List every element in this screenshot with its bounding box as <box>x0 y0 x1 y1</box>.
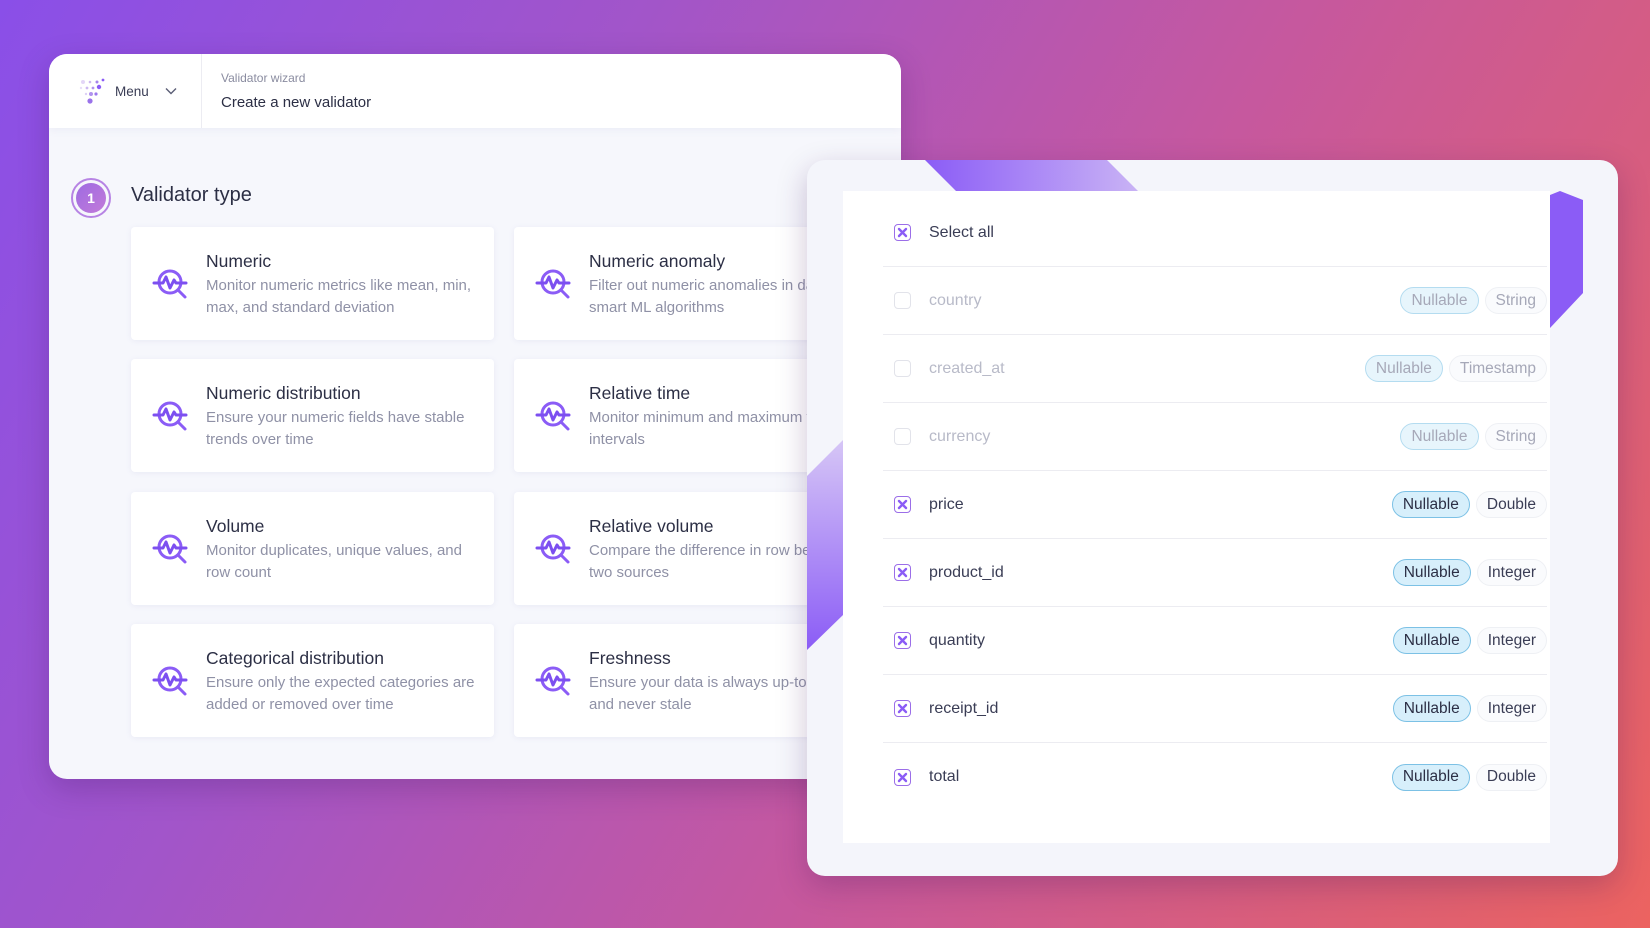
column-name: currency <box>929 427 991 445</box>
type-badge: Timestamp <box>1448 355 1547 382</box>
logo-icon <box>79 78 105 104</box>
nullable-badge: Nullable <box>1392 627 1471 654</box>
column-checkbox[interactable] <box>894 564 911 581</box>
column-row[interactable]: quantity Nullable Integer <box>883 607 1547 675</box>
validator-type-title: Categorical distribution <box>206 648 385 668</box>
type-badge: Double <box>1475 491 1547 518</box>
monitor-search-icon <box>535 534 571 564</box>
breadcrumb: Validator wizard <box>221 71 306 85</box>
column-row[interactable]: price Nullable Double <box>883 471 1547 539</box>
column-checkbox[interactable] <box>894 360 911 377</box>
column-row[interactable]: currency Nullable String <box>883 403 1547 471</box>
column-row[interactable]: product_id Nullable Integer <box>883 539 1547 607</box>
validator-type-title: Relative time <box>589 383 691 403</box>
x-check-icon <box>897 567 908 578</box>
wizard-header: Menu Validator wizard Create a new valid… <box>49 54 901 128</box>
monitor-search-icon <box>535 666 571 696</box>
validator-wizard-window: Menu Validator wizard Create a new valid… <box>49 54 901 779</box>
type-badge: Integer <box>1476 695 1547 722</box>
section-title: Validator type <box>131 184 252 206</box>
monitor-search-icon <box>535 269 571 299</box>
column-list: Select all country Nullable String created_… <box>843 191 1550 843</box>
column-name: price <box>929 495 964 513</box>
x-check-icon <box>897 227 908 238</box>
monitor-search-icon <box>152 269 188 299</box>
column-row[interactable]: country Nullable String <box>883 267 1547 335</box>
validator-type-title: Numeric distribution <box>206 383 361 403</box>
validator-type-title: Numeric <box>206 251 272 271</box>
validator-type-description: Monitor numeric metrics like mean, min, … <box>206 277 472 316</box>
column-checkbox[interactable] <box>894 496 911 513</box>
nullable-badge: Nullable <box>1391 763 1470 791</box>
validator-type-title: Freshness <box>589 648 671 668</box>
monitor-search-icon <box>152 666 188 696</box>
nullable-badge: Nullable <box>1364 355 1443 382</box>
column-name: quantity <box>929 631 986 649</box>
monitor-search-icon <box>152 534 188 564</box>
nullable-badge: Nullable <box>1392 559 1471 586</box>
validator-type-card[interactable]: Numeric Monitor numeric metrics like mean… <box>131 227 494 340</box>
column-checkbox[interactable] <box>894 768 911 786</box>
nullable-badge: Nullable <box>1391 491 1470 518</box>
type-badge: Double <box>1475 763 1547 791</box>
column-row[interactable]: created_at Nullable Timestamp <box>883 335 1547 403</box>
type-badge: Integer <box>1476 627 1547 654</box>
decorative-stripe-left <box>807 440 843 650</box>
decorative-stripe-top <box>925 160 1138 191</box>
column-row[interactable]: total Nullable Double <box>883 743 1547 811</box>
validator-type-description: Monitor duplicates, unique values, and r… <box>206 542 462 581</box>
type-badge: Integer <box>1476 559 1547 586</box>
validator-type-title: Volume <box>206 516 265 536</box>
step-indicator: 1 <box>71 178 111 218</box>
validator-type-title: Numeric anomaly <box>589 251 726 271</box>
column-name: country <box>929 291 982 309</box>
column-selection-panel: Select all country Nullable String created_… <box>807 160 1618 876</box>
step-number: 1 <box>76 183 106 213</box>
column-row[interactable]: receipt_id Nullable Integer <box>883 675 1547 743</box>
nullable-badge: Nullable <box>1400 287 1479 314</box>
menu-button[interactable]: Menu <box>115 54 177 128</box>
column-checkbox[interactable] <box>894 292 911 309</box>
page-title: Create a new validator <box>221 94 372 111</box>
nullable-badge: Nullable <box>1400 423 1479 450</box>
menu-label: Menu <box>115 83 149 99</box>
column-name: receipt_id <box>929 699 999 717</box>
validator-type-title: Relative volume <box>589 516 714 536</box>
monitor-search-icon <box>535 401 571 431</box>
x-check-icon <box>897 499 908 510</box>
validator-type-description: Ensure your numeric fields have stable t… <box>206 409 465 448</box>
column-name: total <box>929 768 960 785</box>
chevron-down-icon <box>165 88 177 95</box>
column-name: created_at <box>929 359 1005 377</box>
column-checkbox[interactable] <box>894 428 911 445</box>
validator-type-card[interactable]: Volume Monitor duplicates, unique values,… <box>131 492 494 605</box>
select-all-label: Select all <box>929 223 994 241</box>
column-checkbox[interactable] <box>894 700 911 717</box>
select-all-row[interactable]: Select all <box>883 199 1547 267</box>
nullable-badge: Nullable <box>1392 695 1471 722</box>
validator-type-description: Ensure only the expected categories are … <box>206 674 475 713</box>
validator-type-card[interactable]: Categorical distribution Ensure only the … <box>131 624 494 737</box>
monitor-search-icon <box>152 401 188 431</box>
x-check-icon <box>897 772 908 782</box>
type-badge: String <box>1484 287 1547 314</box>
type-badge: String <box>1484 423 1547 450</box>
decorative-stripe-right <box>1550 191 1583 328</box>
x-check-icon <box>897 635 908 646</box>
header-divider <box>201 54 202 128</box>
column-name: product_id <box>929 563 1004 581</box>
select-all-checkbox[interactable] <box>894 224 911 241</box>
column-checkbox[interactable] <box>894 632 911 649</box>
x-check-icon <box>897 703 908 714</box>
validator-type-card[interactable]: Numeric distribution Ensure your numeric … <box>131 359 494 472</box>
